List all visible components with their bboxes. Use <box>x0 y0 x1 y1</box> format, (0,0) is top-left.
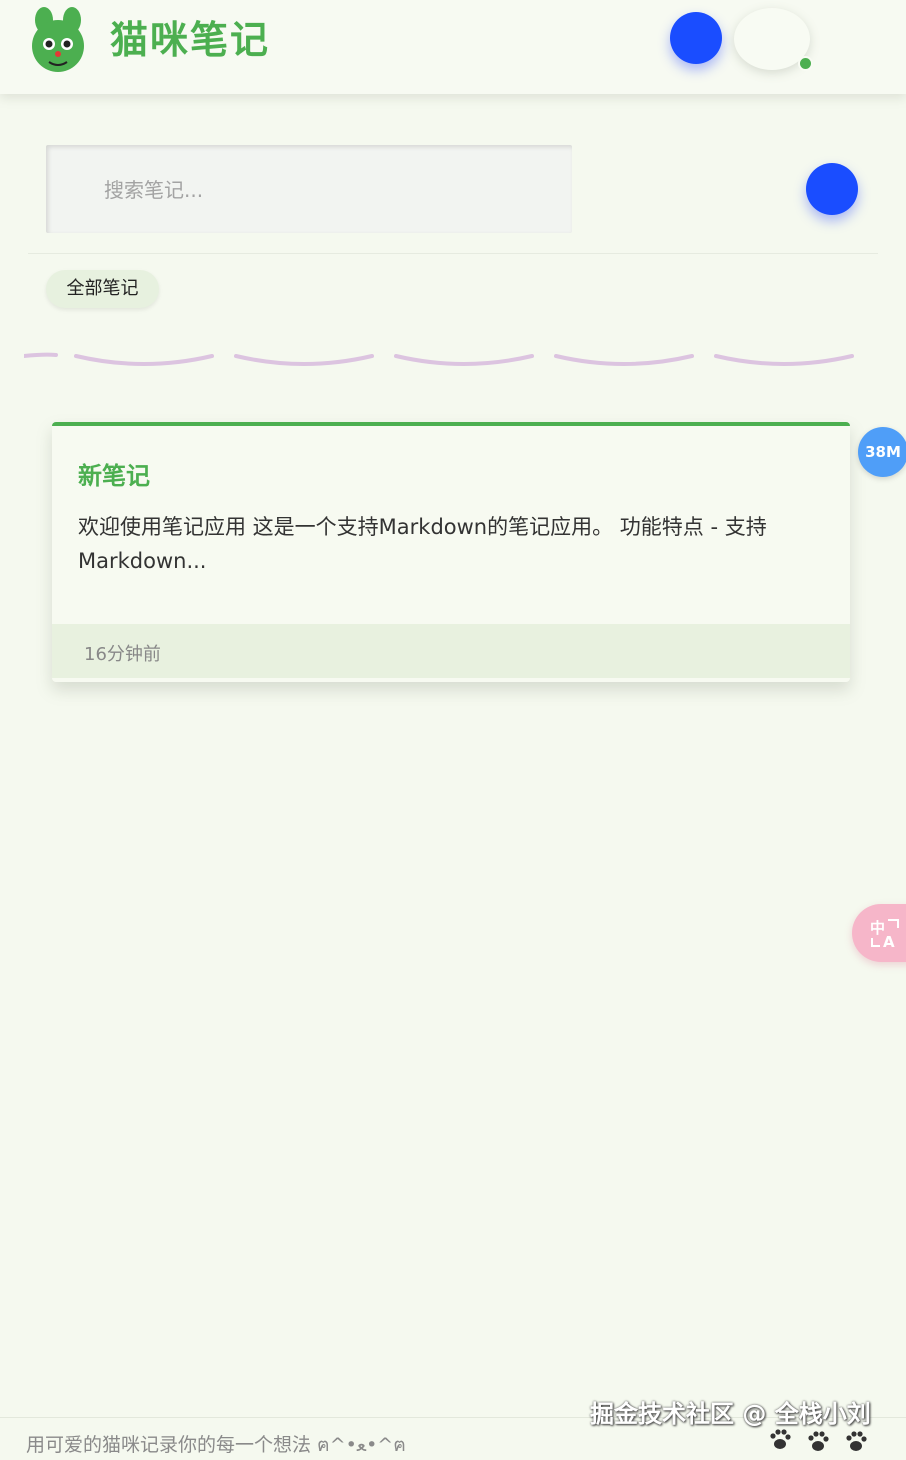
filter-chip-all-notes[interactable]: 全部笔记 <box>46 270 159 308</box>
search-box <box>46 145 572 233</box>
note-title: 新笔记 <box>78 462 150 490</box>
add-note-button[interactable] <box>806 163 858 215</box>
decorative-wave-divider <box>24 352 854 366</box>
memory-badge[interactable]: 38M <box>858 427 906 477</box>
cat-logo-icon <box>32 7 84 72</box>
app-header: 猫咪笔记 <box>0 0 906 94</box>
paw-prints-icon <box>770 1429 867 1451</box>
svg-text:A: A <box>883 933 895 950</box>
note-card[interactable]: 新笔记 欢迎使用笔记应用 这是一个支持Markdown的笔记应用。 功能特点 -… <box>52 422 850 682</box>
note-card-footer: 16分钟前 <box>52 624 850 678</box>
note-preview: 欢迎使用笔记应用 这是一个支持Markdown的笔记应用。 功能特点 - 支持M… <box>78 515 767 573</box>
online-status-dot <box>798 56 813 71</box>
translate-icon: 中 A <box>870 919 899 950</box>
search-input[interactable] <box>102 169 546 211</box>
note-timestamp: 16分钟前 <box>84 644 161 665</box>
divider <box>28 253 878 254</box>
translate-button[interactable]: 中 A <box>852 904 906 962</box>
footer-tagline: 用可爱的猫咪记录你的每一个想法 ฅ^•ﻌ•^ฅ <box>26 1434 406 1456</box>
app-title: 猫咪笔记 <box>110 18 271 62</box>
header-action-button[interactable] <box>670 12 722 64</box>
